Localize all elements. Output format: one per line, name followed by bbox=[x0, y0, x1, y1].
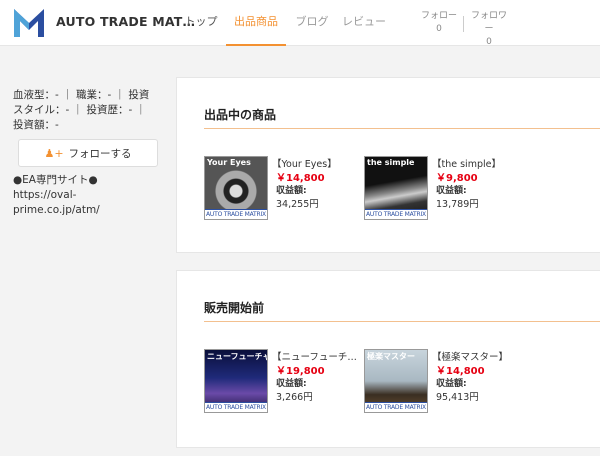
nav-blog[interactable]: ブログ bbox=[294, 0, 330, 46]
thumbnail-title: the simple bbox=[367, 158, 415, 167]
follow-button[interactable]: ♟+ フォローする bbox=[18, 139, 158, 167]
section-title: 出品中の商品 bbox=[204, 108, 277, 122]
product-name[interactable]: 【極楽マスター】 bbox=[432, 349, 522, 363]
pre-sale-card: 販売開始前 ニューフューチャー AUTO TRADE MATRIX 【ニューフュ… bbox=[176, 270, 600, 448]
follower-count: 0 bbox=[486, 37, 492, 47]
follow-count: 0 bbox=[436, 24, 442, 34]
profile-info: 血液型：- ｜ 職業：- ｜ 投資スタイル：- ｜ 投資歴：- ｜ 投資額：- bbox=[13, 89, 150, 131]
nav-top[interactable]: トップ bbox=[184, 0, 218, 46]
profit-amount: 3,266円 bbox=[276, 392, 313, 403]
product-thumbnail[interactable]: ニューフューチャー AUTO TRADE MATRIX bbox=[204, 349, 268, 413]
product-item[interactable]: 極楽マスター AUTO TRADE MATRIX 【極楽マスター】 ￥14,80… bbox=[364, 349, 524, 415]
header-divider bbox=[463, 16, 464, 32]
section-divider bbox=[204, 321, 600, 322]
thumbnail-footer: AUTO TRADE MATRIX bbox=[205, 209, 267, 219]
brand-name[interactable]: AUTO TRADE MAT… bbox=[56, 14, 195, 29]
follow-label: フォロー bbox=[420, 11, 457, 21]
follow-button-label: フォローする bbox=[68, 147, 132, 160]
ea-site-link[interactable]: ●EA専門サイト● https://oval-prime.co.jp/atm/ bbox=[13, 173, 163, 218]
section-title: 販売開始前 bbox=[204, 301, 265, 315]
product-price: ￥14,800 bbox=[436, 366, 485, 377]
product-thumbnail[interactable]: Your Eyes AUTO TRADE MATRIX bbox=[204, 156, 268, 220]
thumbnail-title: ニューフューチャー bbox=[207, 352, 267, 361]
follower-stat[interactable]: フォロワー 0 bbox=[468, 10, 510, 49]
follow-stat[interactable]: フォロー 0 bbox=[418, 10, 460, 36]
section-divider bbox=[204, 128, 600, 129]
add-user-icon: ♟+ bbox=[44, 146, 64, 160]
profit-label: 収益額: bbox=[436, 186, 467, 196]
profit-label: 収益額: bbox=[276, 379, 307, 389]
product-price: ￥19,800 bbox=[276, 366, 325, 377]
product-item[interactable]: ニューフューチャー AUTO TRADE MATRIX 【ニューフューチ… ￥1… bbox=[204, 349, 364, 415]
profit-amount: 95,413円 bbox=[436, 392, 479, 403]
follower-label: フォロワー bbox=[470, 11, 507, 34]
profit-amount: 34,255円 bbox=[276, 199, 319, 210]
profit-label: 収益額: bbox=[276, 186, 307, 196]
product-thumbnail[interactable]: 極楽マスター AUTO TRADE MATRIX bbox=[364, 349, 428, 413]
thumbnail-footer: AUTO TRADE MATRIX bbox=[365, 209, 427, 219]
nav-products[interactable]: 出品商品 bbox=[226, 0, 286, 46]
thumbnail-footer: AUTO TRADE MATRIX bbox=[205, 402, 267, 412]
product-name[interactable]: 【the simple】 bbox=[432, 156, 522, 170]
product-item[interactable]: the simple AUTO TRADE MATRIX 【the simple… bbox=[364, 156, 524, 222]
thumbnail-title: 極楽マスター bbox=[367, 352, 415, 361]
thumbnail-title: Your Eyes bbox=[207, 158, 251, 167]
product-name[interactable]: 【Your Eyes】 bbox=[272, 156, 362, 170]
listed-products-card: 出品中の商品 Your Eyes AUTO TRADE MATRIX 【Your… bbox=[176, 77, 600, 253]
thumbnail-footer: AUTO TRADE MATRIX bbox=[365, 402, 427, 412]
profit-amount: 13,789円 bbox=[436, 199, 479, 210]
profit-label: 収益額: bbox=[436, 379, 467, 389]
nav-review[interactable]: レビュー bbox=[340, 0, 388, 46]
product-name[interactable]: 【ニューフューチ… bbox=[272, 349, 362, 363]
brand-logo-icon[interactable] bbox=[14, 9, 44, 37]
product-thumbnail[interactable]: the simple AUTO TRADE MATRIX bbox=[364, 156, 428, 220]
product-price: ￥14,800 bbox=[276, 173, 325, 184]
product-item[interactable]: Your Eyes AUTO TRADE MATRIX 【Your Eyes】 … bbox=[204, 156, 364, 222]
product-price: ￥9,800 bbox=[436, 173, 478, 184]
top-header: AUTO TRADE MAT… トップ 出品商品 ブログ レビュー フォロー 0… bbox=[0, 0, 600, 49]
